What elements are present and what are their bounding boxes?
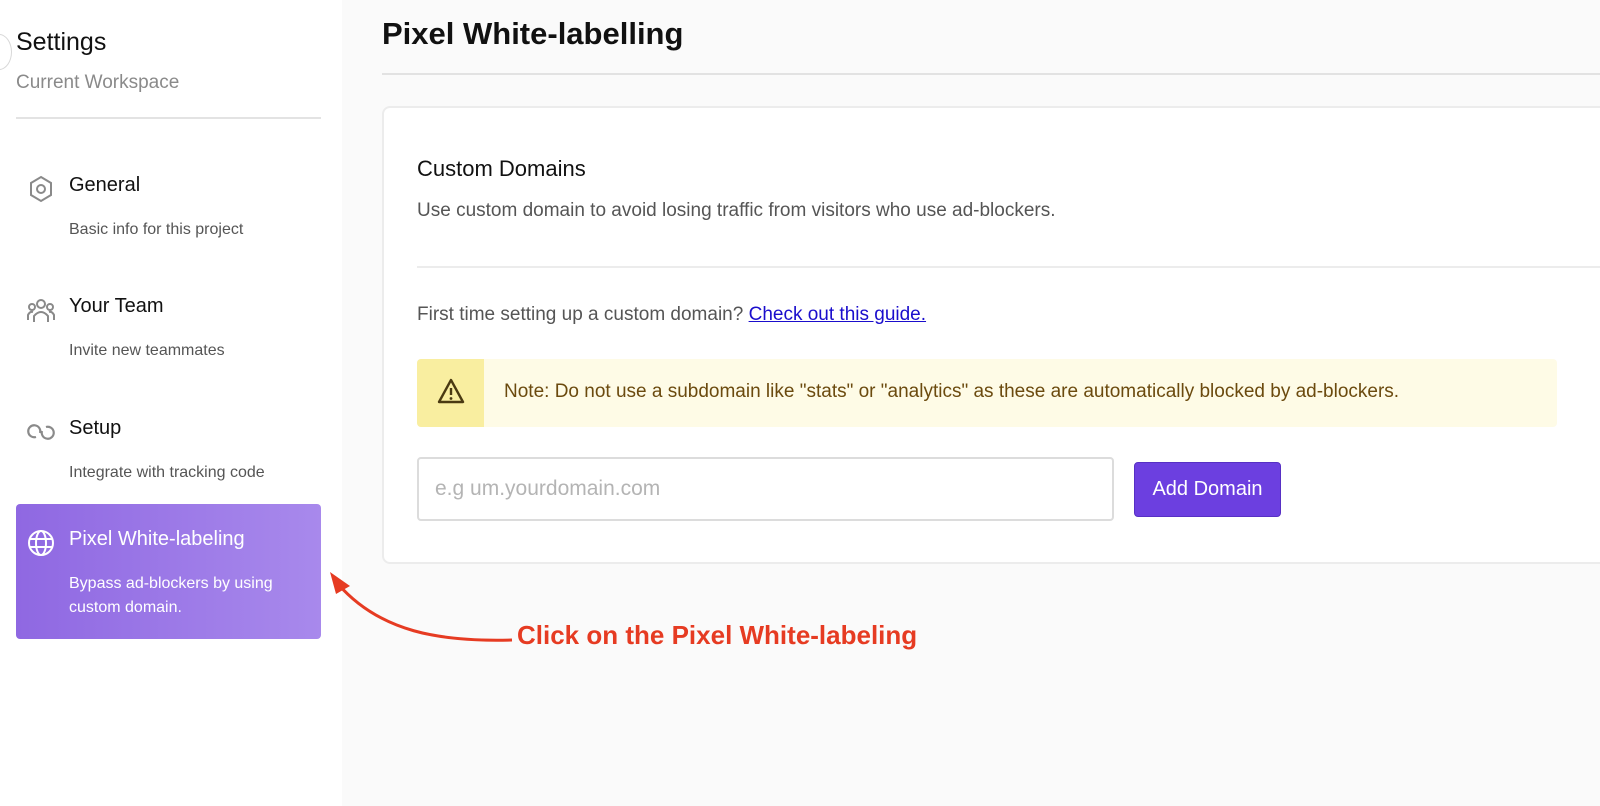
sidebar-item-desc: Invite new teammates bbox=[69, 342, 225, 359]
page-title: Pixel White-labelling bbox=[382, 16, 684, 51]
sidebar-item-general[interactable]: General Basic info for this project bbox=[16, 150, 321, 250]
card-description: Use custom domain to avoid losing traffi… bbox=[417, 200, 1056, 221]
sidebar-item-desc: Integrate with tracking code bbox=[69, 464, 265, 481]
sidebar-divider bbox=[16, 117, 321, 119]
guide-link[interactable]: Check out this guide. bbox=[749, 304, 926, 325]
main-content: Pixel White-labelling Custom Domains Use… bbox=[342, 0, 1600, 806]
team-icon bbox=[26, 295, 56, 325]
sidebar-item-label: Setup bbox=[69, 417, 122, 439]
custom-domains-card: Custom Domains Use custom domain to avoi… bbox=[382, 106, 1600, 564]
sidebar-item-label: General bbox=[69, 174, 141, 196]
link-icon bbox=[26, 417, 56, 447]
sidebar-collapse-handle[interactable] bbox=[0, 34, 12, 70]
settings-sidebar: Settings Current Workspace General Basic… bbox=[0, 0, 342, 806]
guide-text: First time setting up a custom domain? C… bbox=[417, 304, 926, 326]
sidebar-title: Settings bbox=[16, 28, 107, 56]
sidebar-item-label: Pixel White-labeling bbox=[69, 528, 245, 550]
sidebar-item-setup[interactable]: Setup Integrate with tracking code bbox=[16, 393, 321, 493]
card-heading: Custom Domains bbox=[417, 156, 586, 181]
title-divider bbox=[382, 73, 1600, 75]
sidebar-item-pixel-white-labeling[interactable]: Pixel White-labeling Bypass ad-blockers … bbox=[16, 504, 321, 639]
note-text: Note: Do not use a subdomain like "stats… bbox=[504, 381, 1400, 402]
domain-input[interactable] bbox=[417, 457, 1114, 521]
hexagon-settings-icon bbox=[26, 174, 56, 204]
sidebar-item-your-team[interactable]: Your Team Invite new teammates bbox=[16, 271, 321, 371]
guide-prefix: First time setting up a custom domain? bbox=[417, 304, 744, 325]
sidebar-item-desc: Basic info for this project bbox=[69, 221, 244, 238]
warning-note: Note: Do not use a subdomain like "stats… bbox=[417, 359, 1557, 427]
add-domain-button[interactable]: Add Domain bbox=[1134, 462, 1281, 517]
note-icon-box bbox=[417, 359, 484, 427]
annotation-text: Click on the Pixel White-labeling bbox=[517, 620, 918, 650]
sidebar-subtitle: Current Workspace bbox=[16, 72, 180, 93]
globe-icon bbox=[26, 528, 56, 558]
warning-icon bbox=[437, 378, 465, 409]
sidebar-item-label: Your Team bbox=[69, 295, 164, 317]
card-divider bbox=[417, 266, 1600, 268]
sidebar-item-desc: Bypass ad-blockers by using custom domai… bbox=[69, 575, 273, 616]
annotation-arrow-icon bbox=[330, 572, 513, 642]
